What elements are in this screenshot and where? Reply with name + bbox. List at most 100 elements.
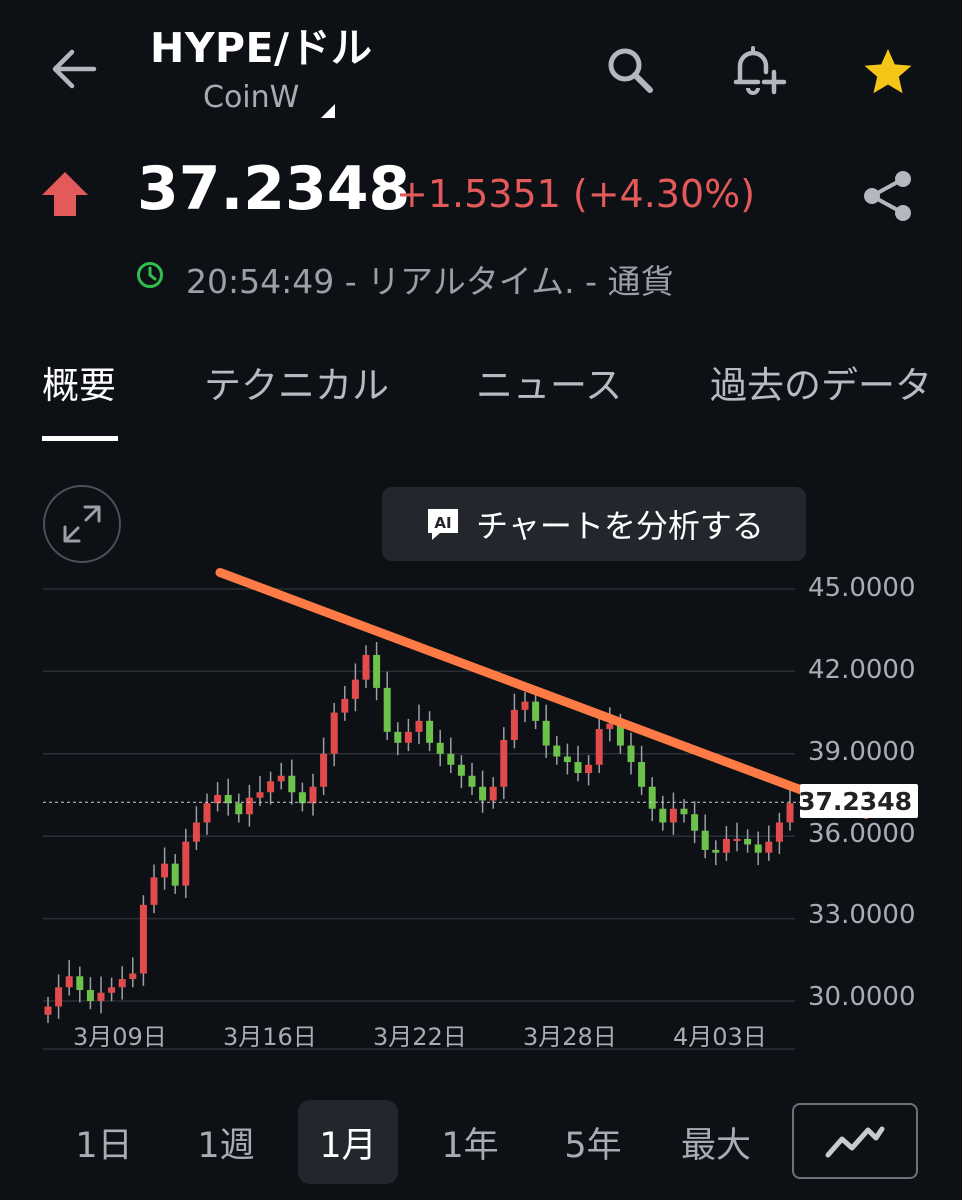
candle-body [394, 731, 402, 743]
candle-body [691, 814, 699, 831]
y-tick-label: 45.0000 [808, 573, 916, 603]
candle-body [161, 863, 169, 878]
clock-icon [137, 262, 163, 288]
y-tick-label: 36.0000 [808, 819, 916, 849]
candle-body [606, 723, 614, 730]
candle-body [457, 764, 465, 776]
candle-body [383, 687, 391, 732]
expand-chart-button[interactable] [43, 485, 121, 563]
last-price-tag: 37.2348 [798, 784, 918, 818]
active-tab-indicator [42, 436, 118, 441]
back-arrow-icon [52, 49, 97, 89]
candle-body [765, 841, 773, 853]
period-max[interactable]: 最大 [668, 1100, 764, 1184]
candle-body [500, 740, 508, 787]
period-5y[interactable]: 5年 [545, 1100, 641, 1184]
candle-body [139, 904, 147, 974]
period-1y[interactable]: 1年 [422, 1100, 518, 1184]
candle-body [521, 701, 529, 710]
add-alert-button[interactable] [726, 40, 790, 100]
candle-body [108, 987, 116, 993]
x-tick-label: 3月28日 [523, 1023, 617, 1051]
candle-body [786, 803, 794, 823]
search-icon [608, 48, 653, 93]
candle-body [351, 679, 359, 699]
x-tick-label: 4月03日 [673, 1023, 767, 1051]
tab-overview[interactable]: 概要 [42, 355, 116, 409]
candle-body [775, 822, 783, 842]
candle-body [362, 654, 370, 680]
candle-body [65, 976, 73, 988]
candle-body [553, 745, 561, 757]
candle-body [510, 709, 518, 741]
candle-body [659, 808, 667, 823]
period-1w[interactable]: 1週 [178, 1100, 274, 1184]
candle-body [722, 838, 730, 853]
candle-body [118, 979, 126, 988]
candle-body [97, 992, 105, 1001]
ai-analyze-chart-button[interactable]: AI チャートを分析する [382, 487, 806, 561]
share-button[interactable] [858, 166, 918, 226]
candle-body [171, 863, 179, 886]
candle-body [436, 742, 444, 754]
candle-body [532, 701, 540, 721]
y-tick-label: 30.0000 [808, 982, 916, 1012]
candle-body [669, 808, 677, 823]
candle-body [712, 849, 720, 853]
candle-body [426, 720, 434, 743]
search-button[interactable] [600, 40, 660, 100]
candle-body [298, 792, 306, 804]
candle-body [277, 775, 285, 782]
price-up-arrow-icon [42, 172, 88, 216]
candle-body [595, 729, 603, 765]
candle-body [404, 731, 412, 743]
candle-body [468, 775, 476, 787]
candle-body [182, 841, 190, 886]
candle-body [203, 803, 211, 823]
x-tick-label: 3月09日 [73, 1023, 167, 1051]
period-1d[interactable]: 1日 [56, 1100, 152, 1184]
tab-historical-data[interactable]: 過去のデータ [710, 355, 932, 409]
candle-body [192, 822, 200, 842]
trendline-drawing[interactable] [215, 568, 871, 819]
tab-technical[interactable]: テクニカル [204, 355, 389, 409]
candle-body [627, 745, 635, 763]
candle-body [256, 792, 264, 798]
add-alert-icon [733, 46, 787, 95]
candle-body [288, 775, 296, 793]
candle-body [245, 797, 253, 815]
candle-body [129, 973, 137, 980]
chart-type-button[interactable] [792, 1103, 918, 1179]
candle-body [330, 712, 338, 754]
instrument-title: HYPE/ドル [150, 24, 373, 72]
candle-body [574, 762, 582, 774]
candle-body [680, 808, 688, 815]
candle-body [479, 786, 487, 801]
candle-body [415, 720, 423, 732]
price-change: +1.5351 (+4.30%) [396, 172, 756, 216]
candle-body [585, 764, 593, 774]
candle-body [638, 762, 646, 787]
exchange-name: CoinW [203, 80, 300, 115]
candle-body [701, 830, 709, 850]
line-chart-icon [825, 1126, 885, 1158]
svg-text:AI: AI [435, 514, 452, 532]
candle-body [373, 654, 381, 688]
candle-body [76, 976, 84, 991]
candle-body [267, 781, 275, 793]
star-icon [864, 49, 912, 94]
quote-status: 20:54:49 - リアルタイム. - 通貨 [186, 262, 674, 301]
back-button[interactable] [46, 44, 102, 94]
period-1m[interactable]: 1月 [298, 1100, 398, 1184]
favorite-button[interactable] [858, 44, 918, 100]
exchange-selector[interactable]: CoinW [203, 80, 335, 120]
candle-body [542, 720, 550, 746]
candle-body [341, 698, 349, 713]
tab-news[interactable]: ニュース [476, 355, 622, 409]
candle-body [150, 877, 158, 905]
candle-body [754, 844, 762, 853]
dropdown-corner-icon [321, 104, 335, 118]
candle-body [235, 803, 243, 815]
x-tick-label: 3月22日 [373, 1023, 467, 1051]
candle-body [733, 838, 741, 841]
